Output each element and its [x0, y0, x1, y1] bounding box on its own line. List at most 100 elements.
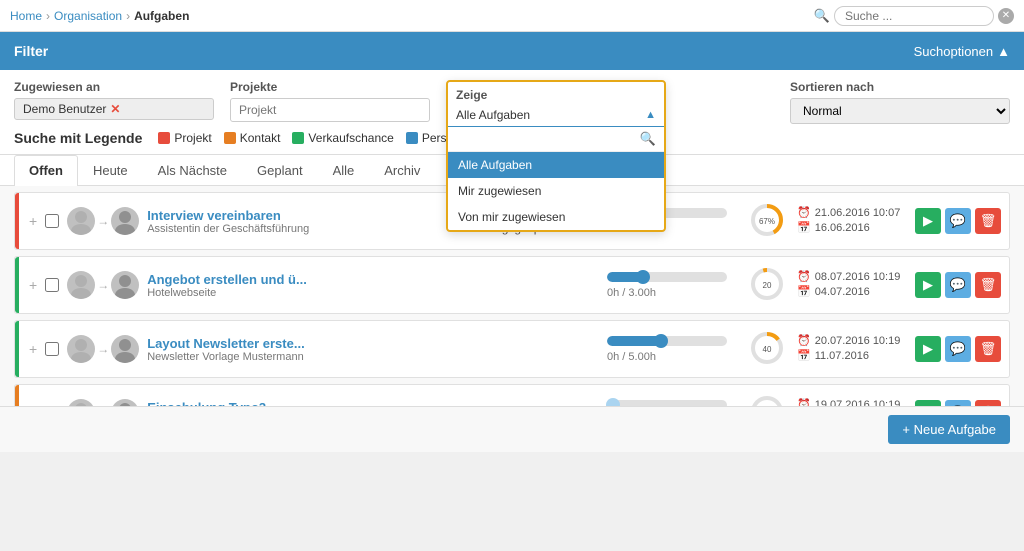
task-info: Layout Newsletter erste... Newsletter Vo… — [147, 336, 471, 363]
tab-als-naechste[interactable]: Als Nächste — [143, 155, 242, 185]
sortieren-select[interactable]: Normal — [790, 98, 1010, 124]
avatar — [67, 399, 95, 406]
zeige-group: Zeige Alle Aufgaben ▲ 🔍 Alle Aufgaben Mi… — [446, 80, 666, 124]
zeige-dropdown: Zeige Alle Aufgaben ▲ 🔍 Alle Aufgaben Mi… — [446, 80, 666, 232]
breadcrumb-organisation[interactable]: Organisation — [54, 9, 122, 23]
task-date1: 08.07.2016 10:19 — [815, 271, 901, 283]
task-comment-button[interactable]: 💬 — [945, 336, 971, 362]
task-play-button[interactable]: ▶ — [915, 400, 941, 406]
progress-dot — [606, 398, 620, 407]
legend-dot-blue — [406, 132, 418, 144]
progress-bar — [607, 272, 727, 282]
task-expand-button[interactable]: + — [29, 405, 37, 406]
tab-heute[interactable]: Heute — [78, 155, 143, 185]
zugewiesen-label: Zugewiesen an — [14, 80, 214, 94]
task-title[interactable]: Interview vereinbaren — [147, 208, 441, 223]
avatar — [67, 207, 95, 235]
task-info: Einschulung Typo3 Webseite Elektro Muste… — [147, 400, 471, 407]
zugewiesen-remove-button[interactable]: ✕ — [110, 102, 120, 116]
tab-alle[interactable]: Alle — [318, 155, 370, 185]
legend-item-kontakt: Kontakt — [224, 131, 281, 145]
breadcrumb-home[interactable]: Home — [10, 9, 42, 23]
pie-chart: 40 — [751, 332, 783, 364]
task-progress: 0h / 3.00h — [607, 272, 737, 299]
task-checkbox[interactable] — [45, 214, 59, 228]
projekte-input[interactable] — [230, 98, 430, 122]
avatar — [111, 399, 139, 406]
clock-icon: ⏰ — [797, 206, 811, 219]
filter-bar: Filter Suchoptionen ▲ — [0, 32, 1024, 70]
task-progress: 0h / 2.00h — [607, 400, 737, 407]
task-delete-button[interactable]: 🗑 — [975, 336, 1001, 362]
sep1: › — [46, 9, 50, 23]
task-pie: 20 — [751, 268, 783, 303]
task-title[interactable]: Angebot erstellen und ü... — [147, 272, 471, 287]
tab-offen[interactable]: Offen — [14, 155, 78, 186]
search-input[interactable] — [834, 6, 994, 26]
task-title[interactable]: Layout Newsletter erste... — [147, 336, 471, 351]
tab-archiv[interactable]: Archiv — [369, 155, 435, 185]
zeige-option-mir[interactable]: Mir zugewiesen — [448, 178, 664, 204]
task-pie: 40 — [751, 332, 783, 367]
task-dates: ⏰08.07.2016 10:19 📅04.07.2016 — [797, 270, 907, 300]
legend-item-verkaufschance: Verkaufschance — [292, 131, 393, 145]
zeige-search-row: 🔍 — [448, 127, 664, 152]
task-color-bar — [15, 193, 19, 249]
search-clear-button[interactable]: ✕ — [998, 8, 1014, 24]
task-play-button[interactable]: ▶ — [915, 208, 941, 234]
zeige-option-von-mir[interactable]: Von mir zugewiesen — [448, 204, 664, 230]
task-delete-button[interactable]: 🗑 — [975, 272, 1001, 298]
legend-label-projekt: Projekt — [174, 131, 211, 145]
zeige-option-all[interactable]: Alle Aufgaben — [448, 152, 664, 178]
task-comment-button[interactable]: 💬 — [945, 208, 971, 234]
zeige-select-header[interactable]: Alle Aufgaben ▲ — [448, 104, 664, 127]
zugewiesen-tag: Demo Benutzer ✕ — [14, 98, 214, 120]
progress-text: 0h / 3.00h — [607, 287, 656, 299]
task-expand-button[interactable]: + — [29, 213, 37, 229]
task-play-button[interactable]: ▶ — [915, 272, 941, 298]
legend-label-kontakt: Kontakt — [240, 131, 281, 145]
zeige-label: Zeige — [448, 82, 664, 104]
task-date1: 21.06.2016 10:07 — [815, 207, 901, 219]
projekte-label: Projekte — [230, 80, 430, 94]
task-actions: ▶ 💬 🗑 — [915, 336, 1001, 362]
filter-section: Zugewiesen an Demo Benutzer ✕ Projekte Z… — [0, 70, 1024, 155]
task-checkbox[interactable] — [45, 278, 59, 292]
task-checkbox[interactable] — [45, 342, 59, 356]
task-color-bar — [15, 321, 19, 377]
task-expand-button[interactable]: + — [29, 277, 37, 293]
task-date2: 11.07.2016 — [815, 350, 869, 362]
table-row: + → Einschulung Typo3 Webseite Elektro M… — [14, 384, 1010, 406]
svg-text:20: 20 — [763, 281, 772, 290]
task-actions: ▶ 💬 🗑 — [915, 272, 1001, 298]
task-pie: 0% — [751, 396, 783, 407]
suchoptionen-button[interactable]: Suchoptionen ▲ — [914, 44, 1010, 59]
task-progress: 0h / 5.00h — [607, 336, 737, 363]
task-color-bar — [15, 257, 19, 313]
arrow-right-icon: → — [97, 342, 109, 356]
task-pie: 67% — [751, 204, 783, 239]
task-color-bar — [15, 385, 19, 406]
progress-dot — [654, 334, 668, 348]
zeige-search-input[interactable] — [456, 132, 640, 146]
clock-icon: ⏰ — [797, 334, 811, 347]
svg-text:40: 40 — [763, 345, 772, 354]
breadcrumb-current: Aufgaben — [134, 9, 189, 23]
new-task-button[interactable]: + Neue Aufgabe — [888, 415, 1010, 444]
zeige-selected-value: Alle Aufgaben — [456, 108, 530, 122]
arrow-right-icon: → — [97, 278, 109, 292]
task-dates: ⏰21.06.2016 10:07 📅16.06.2016 — [797, 206, 907, 236]
tab-geplant[interactable]: Geplant — [242, 155, 318, 185]
task-comment-button[interactable]: 💬 — [945, 272, 971, 298]
suchoptionen-label: Suchoptionen — [914, 44, 994, 59]
task-dates: ⏰19.07.2016 10:19 📅19.07.2016 — [797, 398, 907, 406]
task-play-button[interactable]: ▶ — [915, 336, 941, 362]
search-bar: 🔍 ✕ — [814, 6, 1014, 26]
task-title[interactable]: Einschulung Typo3 — [147, 400, 471, 407]
task-delete-button[interactable]: 🗑 — [975, 400, 1001, 406]
task-expand-button[interactable]: + — [29, 341, 37, 357]
clock-icon: ⏰ — [797, 398, 811, 406]
task-date1: 19.07.2016 10:19 — [815, 399, 901, 407]
task-delete-button[interactable]: 🗑 — [975, 208, 1001, 234]
task-comment-button[interactable]: 💬 — [945, 400, 971, 406]
